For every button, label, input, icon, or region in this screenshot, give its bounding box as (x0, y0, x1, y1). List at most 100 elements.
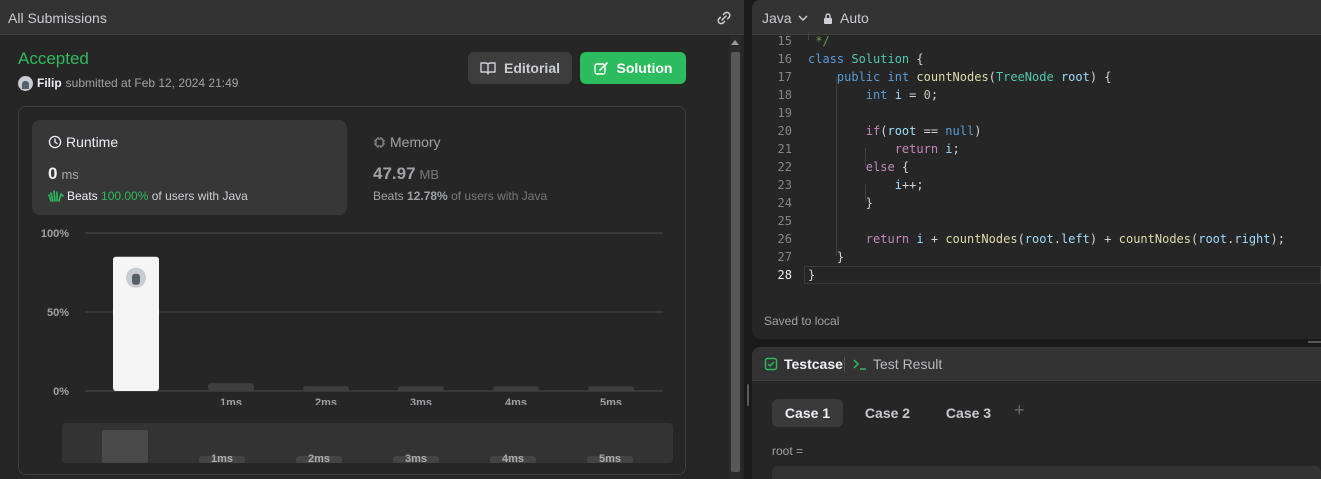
submitter-name[interactable]: Filip (37, 76, 62, 90)
tab-testcase[interactable]: Testcase (764, 356, 843, 372)
tab-divider (844, 357, 845, 372)
line-number: 20 (777, 124, 792, 138)
resize-grip[interactable] (747, 384, 749, 406)
code-text: } (808, 196, 874, 210)
panel-resize-handle[interactable] (744, 0, 752, 479)
tab-test-result[interactable]: Test Result (852, 356, 942, 372)
code-line[interactable]: 19 (752, 104, 1321, 122)
line-number: 24 (777, 196, 792, 210)
code-text: } (808, 268, 816, 282)
submissions-header: All Submissions (0, 0, 744, 35)
code-line[interactable]: 23 i++; (752, 176, 1321, 194)
code-line[interactable]: 22 else { (752, 158, 1321, 176)
saved-status: Saved to local (764, 314, 840, 328)
plus-icon[interactable]: + (1014, 400, 1025, 421)
root-input[interactable] (772, 466, 1321, 479)
line-number: 27 (777, 250, 792, 264)
memory-box[interactable]: Memory 47.97 MB Beats 12.78% of users wit… (361, 120, 661, 215)
chip-icon (374, 136, 385, 148)
code-area[interactable]: 15 */ 16 class Solution {17 public int cou… (752, 32, 1321, 284)
y-tick-label: 0% (53, 386, 69, 398)
code-line[interactable]: 24 } (752, 194, 1321, 212)
code-text: public int countNodes(TreeNode root) { (836, 70, 1112, 84)
runtime-distribution-chart[interactable]: 0% 50% 100% 1ms 2ms 3ms 4ms 5ms (19, 225, 687, 405)
runtime-unit: ms (61, 167, 79, 182)
case-3-tab[interactable]: Case 3 (933, 399, 1004, 427)
runtime-beats-prefix: Beats (67, 189, 98, 203)
solution-button[interactable]: Solution (580, 52, 686, 84)
code-editor-panel: Java Auto 15 */ 16 class Solution {17 publ… (752, 0, 1321, 339)
line-number: 15 (777, 34, 792, 48)
code-line[interactable]: 21 return i; (752, 140, 1321, 158)
avatar[interactable] (18, 75, 33, 91)
memory-unit: MB (419, 167, 440, 182)
submitted-timestamp: submitted at Feb 12, 2024 21:49 (65, 76, 239, 90)
line-number: 22 (777, 160, 792, 174)
runtime-label: Runtime (66, 134, 119, 150)
y-tick-label: 100% (41, 228, 69, 240)
code-text: else { (865, 160, 910, 174)
memory-value: 47.97 (373, 164, 416, 183)
code-line[interactable]: 16 class Solution { (752, 50, 1321, 68)
code-line[interactable]: 18 int i = 0; (752, 86, 1321, 104)
code-text: } (808, 250, 845, 264)
vertical-scrollbar[interactable] (729, 36, 741, 479)
x-tick-label: 4ms (505, 397, 527, 405)
code-line[interactable]: 26 return i + countNodes(root.left) + co… (752, 230, 1321, 248)
editorial-label: Editorial (503, 60, 560, 76)
code-text: */ (815, 34, 830, 48)
runtime-beats: Beats 100.00% of users with Java (48, 189, 248, 203)
chart-navigator[interactable]: 1ms 2ms 3ms 4ms 5ms (62, 423, 673, 463)
line-number: 21 (777, 142, 792, 156)
editorial-button[interactable]: Editorial (468, 52, 572, 84)
navigator-tick-label: 5ms (599, 453, 621, 463)
performance-card: Runtime 0 ms Beats 100.00% of users with … (18, 106, 686, 475)
auto-mode-toggle[interactable]: Auto (822, 10, 869, 26)
memory-value-row: 47.97 MB (373, 164, 439, 184)
tab-test-result-label: Test Result (873, 356, 943, 372)
app-root: All Submissions Accepted Filip submitted… (0, 0, 1321, 479)
solution-label: Solution (616, 60, 673, 76)
editor-testcase-resize-handle[interactable] (752, 339, 1321, 347)
code-line[interactable]: 27 } (752, 248, 1321, 266)
line-number: 18 (777, 88, 792, 102)
y-tick-label: 50% (47, 307, 69, 319)
line-number: 19 (777, 106, 792, 120)
link-icon[interactable] (714, 9, 734, 27)
scroll-up-arrow-icon[interactable] (731, 40, 739, 45)
navigator-chart[interactable]: 1ms 2ms 3ms 4ms 5ms (62, 423, 673, 463)
navigator-tick-label: 4ms (502, 453, 524, 463)
memory-beats-suffix: of users with Java (451, 189, 548, 203)
scrollbar-thumb[interactable] (731, 52, 740, 472)
code-line[interactable]: 20 if(root == null) (752, 122, 1321, 140)
line-number: 25 (777, 214, 792, 228)
case-1-tab[interactable]: Case 1 (772, 399, 843, 427)
x-tick-label: 5ms (600, 397, 622, 405)
memory-beats: Beats 12.78% of users with Java (373, 189, 547, 203)
x-tick-label: 3ms (410, 397, 432, 405)
chart-bar (208, 383, 254, 391)
terminal-icon (853, 359, 866, 370)
line-number: 23 (777, 178, 792, 192)
resize-grip[interactable] (1308, 341, 1321, 343)
code-text: if(root == null) (865, 124, 982, 138)
language-select[interactable]: Java (762, 10, 809, 26)
code-line[interactable]: 25 (752, 212, 1321, 230)
code-text: i++; (894, 178, 924, 192)
chart-bar (303, 386, 349, 391)
case-2-tab[interactable]: Case 2 (852, 399, 923, 427)
code-line[interactable]: 17 public int countNodes(TreeNode root) … (752, 68, 1321, 86)
chart-bar (588, 386, 634, 391)
code-line[interactable]: 15 */ (752, 32, 1321, 50)
all-submissions-title[interactable]: All Submissions (8, 10, 107, 26)
navigator-tick-label: 1ms (211, 453, 233, 463)
clock-icon (48, 135, 62, 149)
code-text: return i + countNodes(root.left) + count… (865, 232, 1285, 246)
clap-icon (48, 190, 64, 202)
memory-label-row: Memory (373, 134, 441, 150)
lock-icon (824, 12, 832, 24)
code-line[interactable]: 28} (752, 266, 1321, 284)
submissions-panel: All Submissions Accepted Filip submitted… (0, 0, 744, 479)
runtime-box[interactable]: Runtime 0 ms Beats 100.00% of users with … (32, 120, 347, 215)
line-number: 17 (777, 70, 792, 84)
